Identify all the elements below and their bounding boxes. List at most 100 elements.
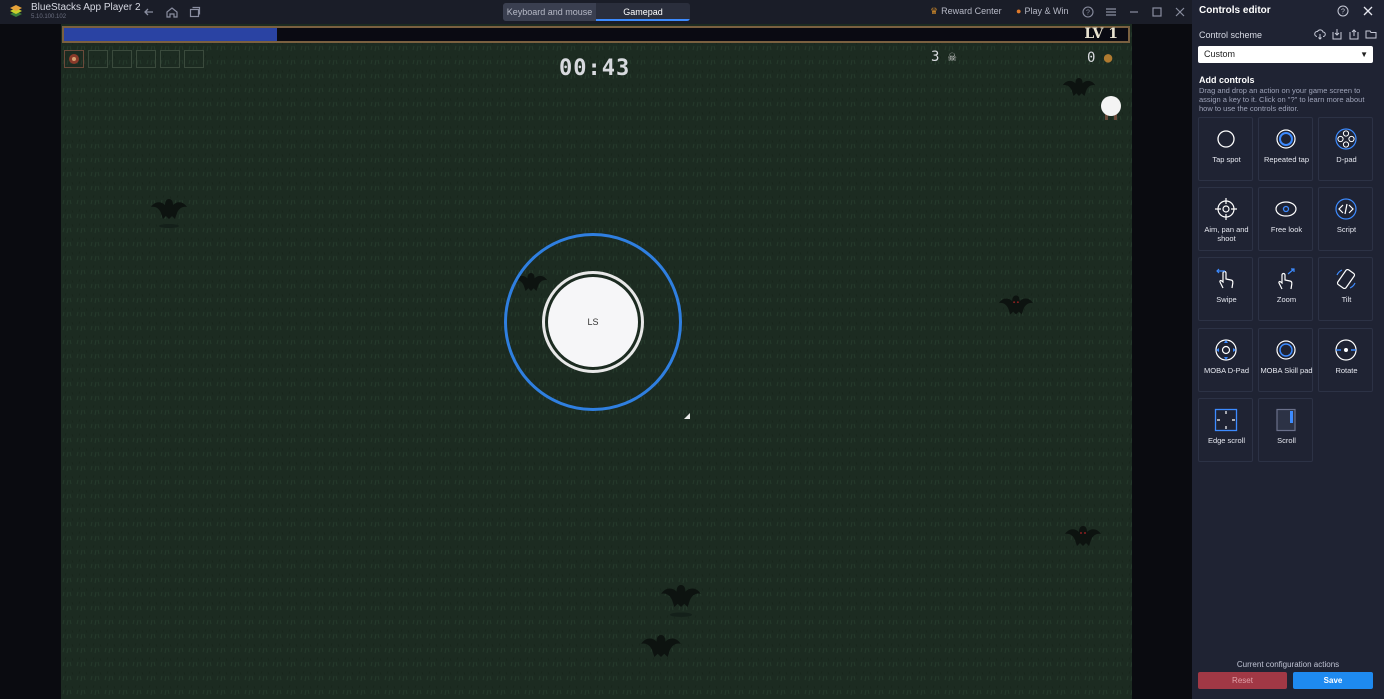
- reward-center-button[interactable]: ♛ Reward Center: [930, 6, 1002, 17]
- coin-icon: ●: [1016, 6, 1022, 16]
- level-label: LV 1: [1084, 26, 1118, 42]
- tab-gamepad[interactable]: Gamepad: [596, 3, 690, 21]
- left-letterbox: [0, 24, 61, 699]
- coin-bag-icon: ●: [1103, 50, 1113, 66]
- add-controls-description: Drag and drop an action on your game scr…: [1199, 86, 1365, 113]
- swipe-icon: [1214, 267, 1238, 291]
- rotate-icon: [1334, 338, 1358, 362]
- edge-scroll-icon: [1214, 408, 1238, 432]
- bluestacks-logo-icon: [8, 4, 24, 20]
- cloud-download-icon[interactable]: [1314, 28, 1326, 40]
- reset-button[interactable]: Reset: [1198, 672, 1287, 689]
- control-label: Free look: [1270, 225, 1303, 234]
- tap-spot-icon: [1214, 127, 1238, 151]
- control-d-pad[interactable]: D-pad: [1318, 117, 1373, 181]
- script-icon: [1334, 197, 1358, 221]
- control-scheme-value: Custom: [1204, 49, 1236, 59]
- bat-enemy: [641, 635, 681, 657]
- control-edge-scroll[interactable]: Edge scroll: [1198, 398, 1253, 462]
- minimize-icon[interactable]: [1127, 5, 1141, 19]
- multi-instance-icon[interactable]: [188, 5, 202, 19]
- control-label: Scroll: [1277, 436, 1296, 445]
- weapon-slot: [160, 50, 180, 68]
- control-scroll[interactable]: Scroll: [1258, 398, 1313, 462]
- help-icon[interactable]: ?: [1337, 5, 1349, 17]
- left-stick-control[interactable]: LS: [548, 277, 638, 367]
- coin-count: 0: [1087, 50, 1096, 66]
- help-icon[interactable]: ?: [1081, 5, 1095, 19]
- title-bar: BlueStacks App Player 2 5.10.100.102 Key…: [0, 0, 1192, 24]
- weapon-slot: [112, 50, 132, 68]
- zoom-icon: [1274, 267, 1298, 291]
- folder-icon[interactable]: [1365, 28, 1377, 40]
- reward-center-label: Reward Center: [941, 6, 1002, 16]
- control-rotate[interactable]: Rotate: [1318, 328, 1373, 392]
- weapon-slot-whip: [64, 50, 84, 68]
- bat-enemy: [661, 585, 701, 617]
- control-label: Rotate: [1335, 366, 1358, 375]
- control-label: Aim, pan and shoot: [1204, 225, 1249, 243]
- weapon-slot: [88, 50, 108, 68]
- close-icon[interactable]: [1362, 5, 1374, 17]
- control-scheme-dropdown[interactable]: Custom ▼: [1198, 46, 1373, 63]
- control-repeated-tap[interactable]: Repeated tap: [1258, 117, 1313, 181]
- home-icon[interactable]: [165, 5, 179, 19]
- tab-keyboard-and-mouse[interactable]: Keyboard and mouse: [503, 3, 596, 21]
- control-label: MOBA D-Pad: [1203, 366, 1249, 375]
- control-label: Repeated tap: [1263, 155, 1310, 164]
- control-label: Edge scroll: [1207, 436, 1246, 445]
- control-swipe[interactable]: Swipe: [1198, 257, 1253, 321]
- moba-d-pad-icon: [1214, 338, 1238, 362]
- bat-enemy: [998, 295, 1034, 315]
- app-version: 5.10.100.102: [31, 14, 67, 20]
- game-screen[interactable]: LV 1 00:43 3 ☠ 0 ● LS: [61, 24, 1132, 699]
- control-label: Swipe: [1216, 295, 1237, 304]
- save-button[interactable]: Save: [1293, 672, 1373, 689]
- maximize-icon[interactable]: [1150, 5, 1164, 19]
- play-and-win-button[interactable]: ● Play & Win: [1016, 6, 1068, 16]
- bat-enemy: [1062, 78, 1096, 96]
- control-label: MOBA Skill pad: [1260, 366, 1313, 375]
- kill-counter: 3 ☠: [931, 49, 956, 65]
- control-label: Tap spot: [1212, 155, 1241, 164]
- import-icon[interactable]: [1331, 28, 1343, 40]
- control-moba-d-pad[interactable]: MOBA D-Pad: [1198, 328, 1253, 392]
- control-tilt[interactable]: Tilt: [1318, 257, 1373, 321]
- current-configuration-label: Current configuration actions: [1236, 660, 1340, 669]
- aim-pan-shoot-icon: [1214, 197, 1238, 221]
- export-icon[interactable]: [1348, 28, 1360, 40]
- experience-bar-fill: [64, 28, 277, 41]
- control-label: Tilt: [1341, 295, 1352, 304]
- bat-enemy: [1065, 526, 1101, 546]
- tilt-icon: [1334, 267, 1358, 291]
- panel-title: Controls editor: [1199, 5, 1271, 16]
- kill-count: 3: [931, 49, 940, 65]
- control-zoom[interactable]: Zoom: [1258, 257, 1313, 321]
- free-look-icon: [1274, 197, 1298, 221]
- coin-counter: 0 ●: [1087, 50, 1112, 66]
- bat-enemy: [151, 199, 187, 228]
- svg-text:?: ?: [1086, 10, 1090, 17]
- weapon-slot: [136, 50, 156, 68]
- controls-editor-panel: Controls editor ? Control scheme Custom …: [1192, 0, 1384, 699]
- action-button-marker[interactable]: [1101, 96, 1121, 116]
- input-mode-tabs: Keyboard and mouse Gamepad: [503, 3, 690, 21]
- repeated-tap-icon: [1274, 127, 1298, 151]
- right-letterbox: [1132, 24, 1192, 699]
- chevron-down-icon: ▼: [1360, 50, 1368, 59]
- back-arrow-icon[interactable]: [142, 5, 156, 19]
- control-moba-skill-pad[interactable]: MOBA Skill pad: [1258, 328, 1313, 392]
- scroll-icon: [1274, 408, 1298, 432]
- close-window-icon[interactable]: [1173, 5, 1187, 19]
- add-controls-heading: Add controls: [1199, 75, 1255, 85]
- control-script[interactable]: Script: [1318, 187, 1373, 251]
- control-aim-pan-shoot[interactable]: Aim, pan and shoot: [1198, 187, 1253, 251]
- crown-icon: ♛: [930, 6, 939, 16]
- control-free-look[interactable]: Free look: [1258, 187, 1313, 251]
- experience-bar: LV 1: [62, 26, 1130, 43]
- control-label: Zoom: [1276, 295, 1297, 304]
- control-tap-spot[interactable]: Tap spot: [1198, 117, 1253, 181]
- resize-handle-icon[interactable]: [683, 412, 691, 420]
- menu-icon[interactable]: [1104, 5, 1118, 19]
- d-pad-icon: [1334, 127, 1358, 151]
